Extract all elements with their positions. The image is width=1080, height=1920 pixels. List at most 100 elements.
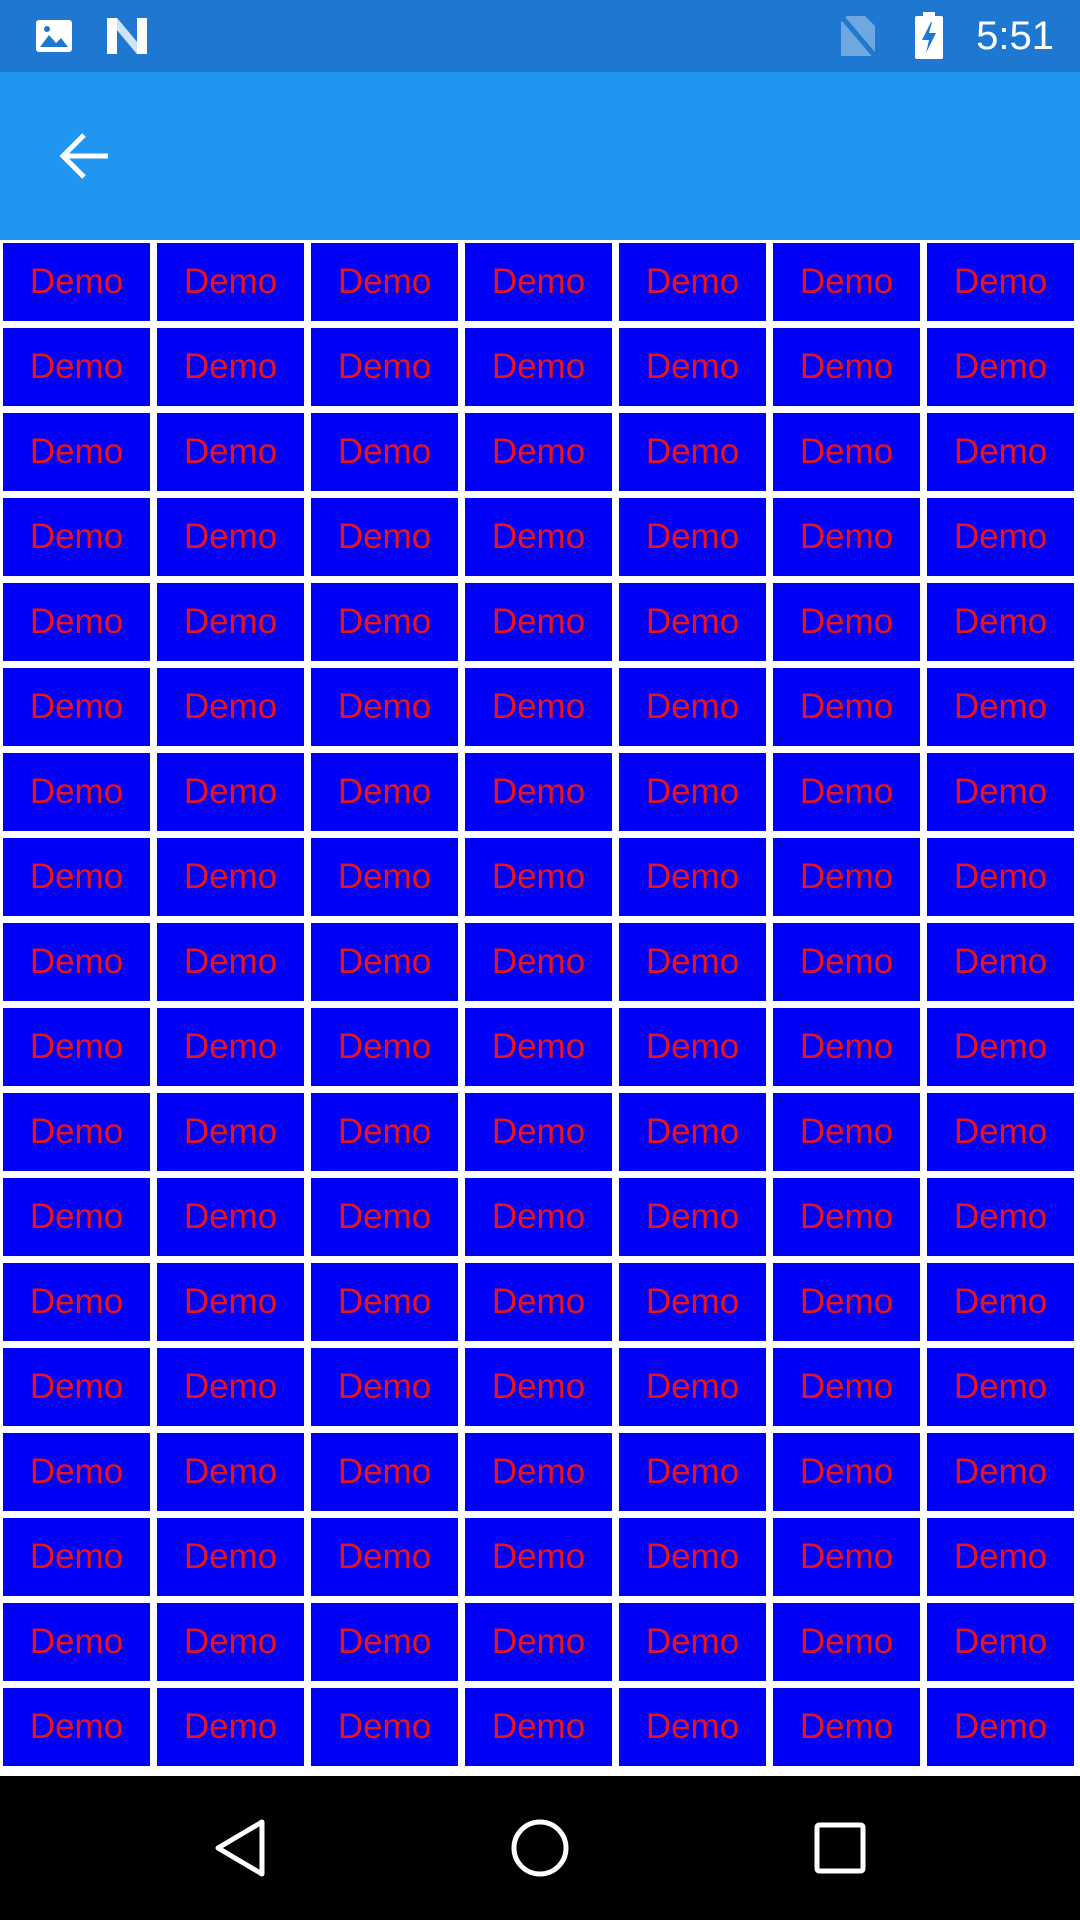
demo-cell[interactable]: Demo [773, 1178, 920, 1256]
demo-cell[interactable]: Demo [3, 1433, 150, 1511]
nav-recents-button[interactable] [790, 1798, 890, 1898]
back-button[interactable] [42, 114, 126, 198]
demo-cell[interactable]: Demo [311, 668, 458, 746]
demo-cell[interactable]: Demo [619, 1433, 766, 1511]
demo-cell[interactable]: Demo [157, 1093, 304, 1171]
demo-cell[interactable]: Demo [773, 1688, 920, 1766]
demo-cell[interactable]: Demo [927, 1518, 1074, 1596]
demo-cell[interactable]: Demo [3, 328, 150, 406]
demo-cell[interactable]: Demo [465, 1093, 612, 1171]
demo-cell[interactable]: Demo [3, 243, 150, 321]
demo-cell[interactable]: Demo [773, 1008, 920, 1086]
demo-cell[interactable]: Demo [3, 753, 150, 831]
demo-cell[interactable]: Demo [465, 1263, 612, 1341]
demo-cell[interactable]: Demo [311, 1263, 458, 1341]
demo-cell[interactable]: Demo [619, 1688, 766, 1766]
demo-cell[interactable]: Demo [927, 668, 1074, 746]
demo-cell[interactable]: Demo [773, 668, 920, 746]
demo-cell[interactable]: Demo [3, 1008, 150, 1086]
demo-cell[interactable]: Demo [619, 1008, 766, 1086]
demo-cell[interactable]: Demo [927, 328, 1074, 406]
demo-cell[interactable]: Demo [465, 753, 612, 831]
demo-cell[interactable]: Demo [465, 1178, 612, 1256]
demo-cell[interactable]: Demo [773, 328, 920, 406]
demo-cell[interactable]: Demo [773, 1348, 920, 1426]
demo-cell[interactable]: Demo [465, 1348, 612, 1426]
demo-cell[interactable]: Demo [927, 583, 1074, 661]
demo-cell[interactable]: Demo [157, 1348, 304, 1426]
demo-cell[interactable]: Demo [157, 498, 304, 576]
demo-cell[interactable]: Demo [311, 1518, 458, 1596]
demo-cell[interactable]: Demo [619, 923, 766, 1001]
demo-cell[interactable]: Demo [619, 1263, 766, 1341]
demo-cell[interactable]: Demo [157, 668, 304, 746]
demo-cell[interactable]: Demo [3, 668, 150, 746]
demo-cell[interactable]: Demo [465, 1433, 612, 1511]
demo-cell[interactable]: Demo [773, 1433, 920, 1511]
demo-cell[interactable]: Demo [311, 498, 458, 576]
demo-cell[interactable]: Demo [311, 1433, 458, 1511]
demo-cell[interactable]: Demo [465, 583, 612, 661]
demo-cell[interactable]: Demo [927, 1008, 1074, 1086]
demo-cell[interactable]: Demo [311, 243, 458, 321]
demo-cell[interactable]: Demo [927, 1433, 1074, 1511]
demo-cell[interactable]: Demo [157, 243, 304, 321]
demo-cell[interactable]: Demo [465, 1008, 612, 1086]
demo-cell[interactable]: Demo [465, 413, 612, 491]
demo-cell[interactable]: Demo [465, 838, 612, 916]
demo-cell[interactable]: Demo [465, 1518, 612, 1596]
demo-cell[interactable]: Demo [311, 838, 458, 916]
demo-cell[interactable]: Demo [927, 1688, 1074, 1766]
demo-cell[interactable]: Demo [3, 413, 150, 491]
demo-cell[interactable]: Demo [3, 1518, 150, 1596]
demo-cell[interactable]: Demo [157, 923, 304, 1001]
demo-cell[interactable]: Demo [773, 413, 920, 491]
demo-cell[interactable]: Demo [927, 753, 1074, 831]
demo-cell[interactable]: Demo [927, 1178, 1074, 1256]
demo-cell[interactable]: Demo [619, 243, 766, 321]
demo-cell[interactable]: Demo [773, 1263, 920, 1341]
demo-cell[interactable]: Demo [465, 243, 612, 321]
demo-cell[interactable]: Demo [157, 1688, 304, 1766]
demo-cell[interactable]: Demo [773, 1518, 920, 1596]
demo-cell[interactable]: Demo [157, 1603, 304, 1681]
demo-cell[interactable]: Demo [773, 583, 920, 661]
demo-cell[interactable]: Demo [773, 1093, 920, 1171]
demo-cell[interactable]: Demo [311, 1178, 458, 1256]
demo-cell[interactable]: Demo [311, 413, 458, 491]
demo-cell[interactable]: Demo [311, 753, 458, 831]
demo-cell[interactable]: Demo [773, 498, 920, 576]
demo-cell[interactable]: Demo [3, 498, 150, 576]
demo-cell[interactable]: Demo [619, 1178, 766, 1256]
demo-cell[interactable]: Demo [773, 243, 920, 321]
demo-cell[interactable]: Demo [927, 1603, 1074, 1681]
demo-cell[interactable]: Demo [3, 1603, 150, 1681]
demo-cell[interactable]: Demo [3, 1688, 150, 1766]
demo-cell[interactable]: Demo [3, 1263, 150, 1341]
nav-home-button[interactable] [490, 1798, 590, 1898]
demo-cell[interactable]: Demo [619, 1518, 766, 1596]
demo-cell[interactable]: Demo [311, 1603, 458, 1681]
demo-cell[interactable]: Demo [619, 498, 766, 576]
demo-cell[interactable]: Demo [311, 1688, 458, 1766]
demo-cell[interactable]: Demo [619, 668, 766, 746]
demo-cell[interactable]: Demo [311, 328, 458, 406]
demo-cell[interactable]: Demo [3, 838, 150, 916]
demo-cell[interactable]: Demo [157, 413, 304, 491]
demo-cell[interactable]: Demo [3, 1093, 150, 1171]
demo-cell[interactable]: Demo [157, 838, 304, 916]
demo-cell[interactable]: Demo [465, 328, 612, 406]
demo-cell[interactable]: Demo [927, 1348, 1074, 1426]
demo-cell[interactable]: Demo [773, 753, 920, 831]
demo-cell[interactable]: Demo [927, 1263, 1074, 1341]
demo-cell[interactable]: Demo [773, 1603, 920, 1681]
demo-cell[interactable]: Demo [773, 838, 920, 916]
demo-cell[interactable]: Demo [927, 838, 1074, 916]
demo-cell[interactable]: Demo [3, 923, 150, 1001]
demo-cell[interactable]: Demo [157, 1433, 304, 1511]
demo-cell[interactable]: Demo [465, 1603, 612, 1681]
demo-cell[interactable]: Demo [157, 1178, 304, 1256]
demo-cell[interactable]: Demo [619, 328, 766, 406]
demo-cell[interactable]: Demo [311, 1348, 458, 1426]
demo-cell[interactable]: Demo [465, 923, 612, 1001]
